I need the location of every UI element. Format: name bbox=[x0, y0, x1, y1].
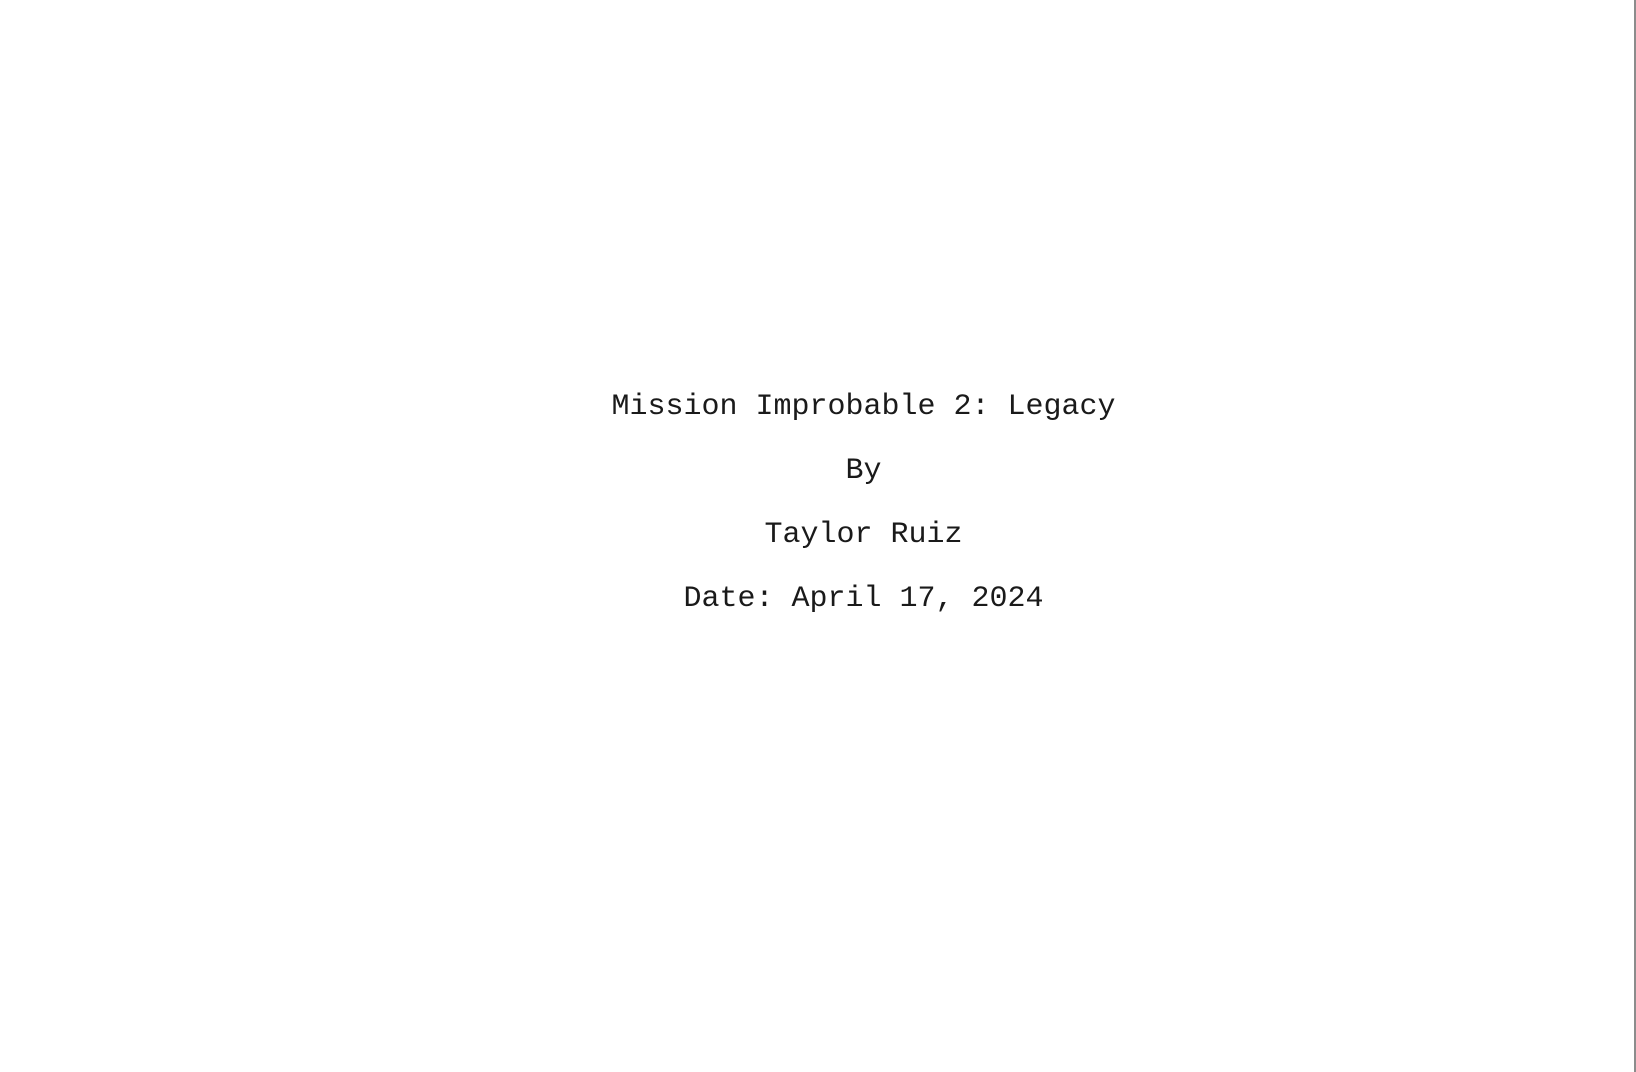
author-name: Taylor Ruiz bbox=[764, 518, 963, 552]
title-page: Mission Improbable 2: Legacy By Taylor R… bbox=[0, 0, 1634, 1072]
document-viewport: Mission Improbable 2: Legacy By Taylor R… bbox=[0, 0, 1636, 1072]
date-line: Date: April 17, 2024 bbox=[683, 582, 1044, 616]
screenplay-title: Mission Improbable 2: Legacy bbox=[611, 390, 1116, 424]
by-line: By bbox=[845, 454, 882, 488]
